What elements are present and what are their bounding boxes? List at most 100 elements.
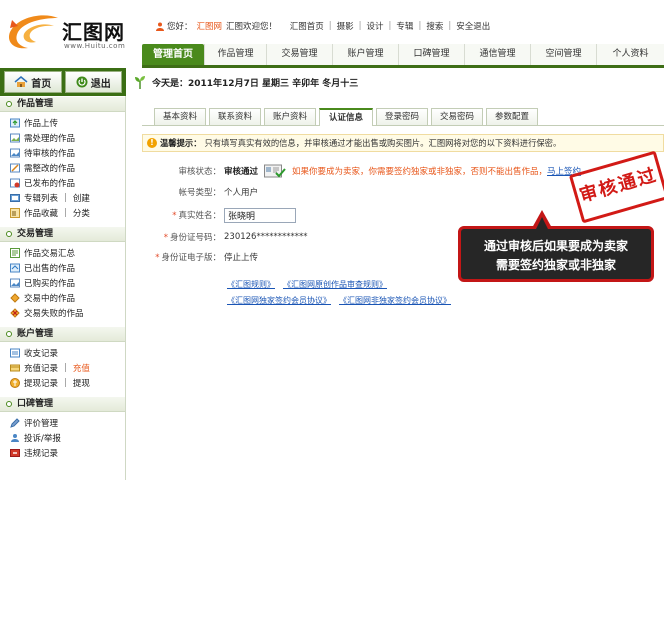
sidebar-item-bought[interactable]: 已购买的作品 xyxy=(10,275,125,290)
sidebar-item-in-trade[interactable]: 交易中的作品 xyxy=(10,290,125,305)
sidebar-section-account[interactable]: 账户管理 xyxy=(0,326,125,342)
link-nonexclusive-agreement[interactable]: 《汇图网非独家签约会员协议》 xyxy=(339,295,451,306)
power-icon xyxy=(76,76,88,88)
image-icon xyxy=(10,133,20,142)
toplink-search[interactable]: 搜索 xyxy=(426,20,443,32)
account-type-row: 帐号类型： 个人用户 xyxy=(142,185,258,199)
violation-icon xyxy=(10,448,20,457)
notice-bar: ! 温馨提示： 只有填写真实有效的信息，并审核通过才能出售或购买图片。汇图网将对… xyxy=(142,134,664,152)
sidebar-section-reputation[interactable]: 口碑管理 xyxy=(0,396,125,412)
tab-account-info[interactable]: 账户资料 xyxy=(264,108,316,125)
tab-contact-info[interactable]: 联系资料 xyxy=(209,108,261,125)
username-link[interactable]: 汇图网 xyxy=(197,20,223,32)
brand-url: www.Huitu.com xyxy=(64,42,126,50)
sidebar-item-reviews[interactable]: 评价管理 xyxy=(10,415,125,430)
failed-icon xyxy=(10,307,20,318)
id-scan-value: 停止上传 xyxy=(224,253,259,263)
nav-space[interactable]: 空间管理 xyxy=(530,44,596,65)
notice-text: 只有填写真实有效的信息，并审核通过才能出售或购买图片。汇图网将对您的以下资料进行… xyxy=(204,138,562,148)
tab-basic-info[interactable]: 基本资料 xyxy=(154,108,206,125)
home-button[interactable]: 首页 xyxy=(4,71,62,93)
greeting-label: 您好： xyxy=(167,22,193,32)
sidebar-item-income-records[interactable]: 收支记录 xyxy=(10,345,125,360)
link-original-review-rules[interactable]: 《汇图网原创作品审查规则》 xyxy=(283,279,387,290)
review-note: 如果你要成为卖家，你需要签约独家或非独家，否则不能出售作品， xyxy=(292,167,548,177)
sidebar-item-upload[interactable]: 作品上传 xyxy=(10,115,125,130)
real-name-row: * 真实姓名： xyxy=(142,207,296,223)
nav-profile[interactable]: 个人资料 xyxy=(596,44,664,65)
logo-swoosh-icon xyxy=(8,15,58,49)
pen-icon xyxy=(10,417,20,428)
complaint-icon xyxy=(11,433,19,442)
sidebar-section-works[interactable]: 作品管理 xyxy=(0,96,125,112)
real-name-label: 真实姓名： xyxy=(178,211,221,221)
nav-admin-home[interactable]: 管理首页 xyxy=(142,44,204,65)
toplink-design[interactable]: 设计 xyxy=(367,20,384,32)
tab-login-password[interactable]: 登录密码 xyxy=(376,108,428,125)
toplink-photo[interactable]: 摄影 xyxy=(337,20,354,32)
toplink-album[interactable]: 专辑 xyxy=(396,20,413,32)
review-status-label: 审核状态： xyxy=(178,167,221,177)
published-image-icon xyxy=(10,178,20,187)
logout-button[interactable]: 退出 xyxy=(64,71,122,93)
toplink-home[interactable]: 汇图首页 xyxy=(290,20,324,32)
nav-works[interactable]: 作品管理 xyxy=(204,44,266,65)
sidebar-item-pending-process[interactable]: 需处理的作品 xyxy=(10,130,125,145)
sidebar-item-trade-failed[interactable]: 交易失败的作品 xyxy=(10,305,125,320)
toplink-logout[interactable]: 安全退出 xyxy=(456,20,490,32)
nav-trade[interactable]: 交易管理 xyxy=(266,44,332,65)
link-exclusive-agreement[interactable]: 《汇图网独家签约会员协议》 xyxy=(227,295,331,306)
favorites-icon xyxy=(10,207,20,218)
callout-box: 通过审核后如果要成为卖家 需要签约独家或非独家 xyxy=(458,226,654,282)
id-number-row: * 身份证号码： 230126************ xyxy=(163,232,308,243)
review-status-value: 审核通过 xyxy=(224,167,259,177)
brand-name: 汇图网 xyxy=(62,20,125,44)
sidebar-item-sold[interactable]: 已出售的作品 xyxy=(10,260,125,275)
main-nav: 管理首页 作品管理 交易管理 账户管理 口碑管理 通信管理 空间管理 个人资料 xyxy=(142,44,664,68)
link-huitu-rules[interactable]: 《汇图规则》 xyxy=(227,279,275,290)
sidebar-item-complaints[interactable]: 投诉/举报 xyxy=(10,430,125,445)
sidebar-item-withdraw-records[interactable]: 提现记录 | 提现 xyxy=(10,375,125,390)
nav-reputation[interactable]: 口碑管理 xyxy=(398,44,464,65)
approved-card-icon xyxy=(264,164,286,178)
sidebar-item-published[interactable]: 已发布的作品 xyxy=(10,175,125,190)
real-name-input[interactable] xyxy=(224,207,296,223)
bullet-icon xyxy=(6,401,12,407)
logout-button-label: 退出 xyxy=(90,78,111,90)
review-status-row: 审核状态： 审核通过 如果你要成为卖家，你需要签约独家或非独家，否则不能出售作品… xyxy=(142,164,590,178)
id-scan-row: * 身份证电子版： 停止上传 xyxy=(155,253,259,263)
home-button-label: 首页 xyxy=(31,78,52,90)
recharge-link[interactable]: 充值 xyxy=(73,362,90,374)
favorites-category-link[interactable]: 分类 xyxy=(73,207,90,219)
sidebar-item-pending-review[interactable]: 待审核的作品 xyxy=(10,145,125,160)
nav-messages[interactable]: 通信管理 xyxy=(464,44,530,65)
bullet-icon xyxy=(6,231,12,237)
tab-settings[interactable]: 参数配置 xyxy=(486,108,538,125)
album-icon xyxy=(10,193,20,202)
left-button-bar: 首页 退出 xyxy=(0,68,126,96)
bought-icon xyxy=(10,278,20,287)
nav-account[interactable]: 账户管理 xyxy=(332,44,398,65)
user-icon xyxy=(156,22,164,31)
sidebar-item-needs-fix[interactable]: 需整改的作品 xyxy=(10,160,125,175)
tab-verification[interactable]: 认证信息 xyxy=(319,108,373,126)
sidebar-item-album-list[interactable]: 专辑列表 | 创建 xyxy=(10,190,125,205)
logo[interactable]: 汇图网 www.Huitu.com xyxy=(4,10,134,54)
sidebar-item-favorites[interactable]: 作品收藏 | 分类 xyxy=(10,205,125,220)
sidebar-item-violations[interactable]: 违规记录 xyxy=(10,445,125,460)
withdraw-link[interactable]: 提现 xyxy=(73,377,90,389)
account-type-label: 帐号类型： xyxy=(178,188,221,198)
tab-trade-password[interactable]: 交易密码 xyxy=(431,108,483,125)
sidebar-item-recharge-records[interactable]: 充值记录 | 充值 xyxy=(10,360,125,375)
upload-icon xyxy=(10,118,20,127)
top-bar: 您好： 汇图网 汇图欢迎您！ 汇图首页 | 摄影 | 设计 | 专辑 | 搜索 … xyxy=(156,20,490,32)
sidebar-section-trade[interactable]: 交易管理 xyxy=(0,226,125,242)
in-trade-icon xyxy=(10,292,20,303)
sidebar: 作品管理 作品上传 需处理的作品 待审核的作品 需整改的作品 已发布的作品 专辑… xyxy=(0,96,126,480)
sidebar-item-trade-summary[interactable]: 作品交易汇总 xyxy=(10,245,125,260)
album-create-link[interactable]: 创建 xyxy=(73,192,90,204)
bullet-icon xyxy=(6,331,12,337)
withdraw-icon xyxy=(10,377,20,388)
warning-icon: ! xyxy=(147,138,157,148)
id-scan-label: 身份证电子版： xyxy=(161,253,221,263)
